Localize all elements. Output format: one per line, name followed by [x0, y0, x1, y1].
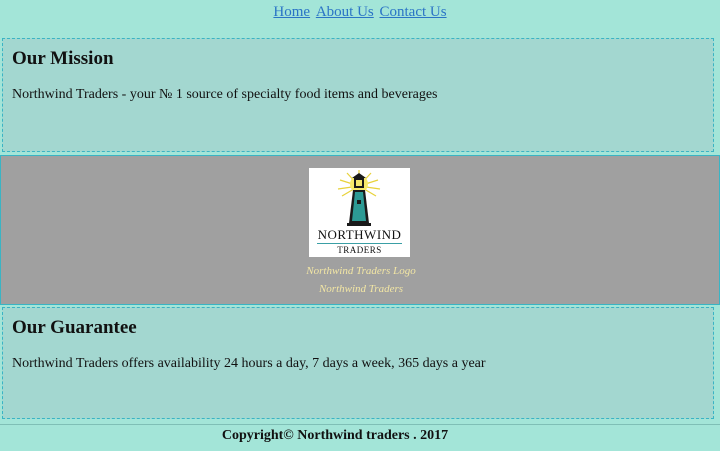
footer-divider	[0, 424, 720, 425]
northwind-logo-image: NORTHWIND TRADERS	[309, 168, 410, 257]
mission-text: Northwind Traders - your № 1 source of s…	[12, 87, 438, 102]
logo-divider	[317, 243, 402, 244]
footer-copyright: Copyright© Northwind traders . 2017	[221, 428, 449, 443]
logo-brand-text: NORTHWIND	[317, 227, 402, 242]
mission-section: Our Mission Northwind Traders - your № 1…	[2, 38, 714, 152]
mission-title: Our Mission	[12, 48, 114, 69]
top-nav: Home About Us Contact Us	[0, 3, 720, 21]
logo-subcaption: Northwind Traders	[318, 283, 404, 295]
guarantee-text: Northwind Traders offers availability 24…	[12, 356, 486, 371]
logo-section: NORTHWIND TRADERS Northwind Traders Logo…	[0, 155, 720, 305]
logo-caption: Northwind Traders Logo	[306, 265, 416, 277]
nav-link-about[interactable]: About Us	[316, 4, 374, 20]
page: Home About Us Contact Us Our Mission Nor…	[0, 0, 720, 451]
guarantee-section: Our Guarantee Northwind Traders offers a…	[2, 307, 714, 419]
nav-link-home[interactable]: Home	[273, 4, 310, 20]
nav-link-contact[interactable]: Contact Us	[380, 4, 447, 20]
logo-sub-text: TRADERS	[337, 245, 382, 255]
guarantee-title: Our Guarantee	[12, 317, 137, 338]
